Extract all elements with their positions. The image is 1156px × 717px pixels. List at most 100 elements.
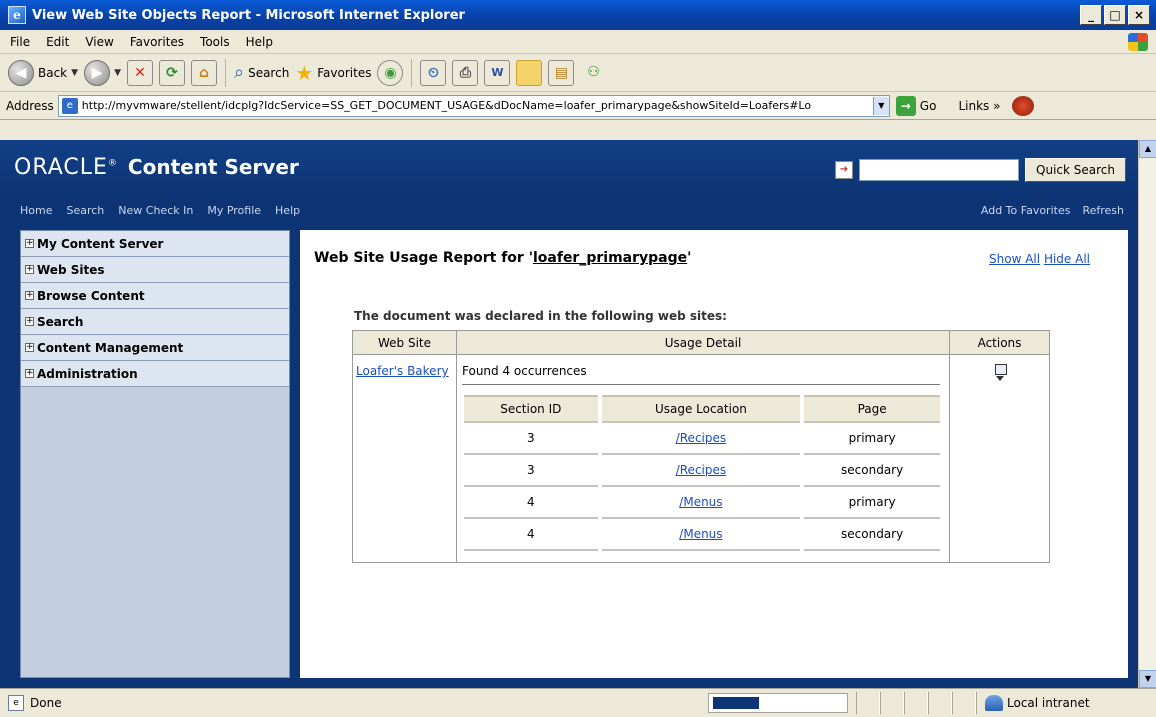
menu-help[interactable]: Help [238, 35, 281, 49]
home-icon[interactable]: ⌂ [190, 59, 217, 86]
refresh-icon[interactable]: ⟳ [158, 59, 185, 86]
divider [462, 384, 940, 385]
table-row: 4 /Menus secondary [464, 519, 940, 551]
sidebar-item-administration[interactable]: + Administration [21, 361, 289, 387]
research-icon[interactable]: ▤ [548, 59, 575, 86]
sidebar-item-search[interactable]: + Search [21, 309, 289, 335]
minimize-button[interactable]: _ [1080, 5, 1102, 25]
window-title-bar: e View Web Site Objects Report - Microso… [0, 0, 1156, 30]
print-icon[interactable]: ⎙ [452, 59, 479, 86]
back-button[interactable]: ◀ Back ▼ [8, 59, 78, 86]
column-header-web-site: Web Site [352, 330, 457, 355]
progress-bar [708, 693, 848, 713]
oracle-header: ORACLE® Content Server ➔ Quick Search [0, 140, 1138, 194]
hide-all-link[interactable]: Hide All [1044, 252, 1090, 266]
title-prefix: Web Site Usage Report for ' [314, 250, 533, 266]
nav-search[interactable]: Search [66, 204, 104, 217]
expand-icon[interactable]: + [25, 265, 34, 274]
product-name: Content Server [127, 155, 299, 179]
sidebar: + My Content Server + Web Sites + Browse… [20, 230, 290, 678]
page-viewport: ORACLE® Content Server ➔ Quick Search Ho… [0, 140, 1138, 688]
vertical-scrollbar[interactable]: ▲ ▼ [1138, 140, 1156, 688]
favorites-button[interactable]: ★ Favorites [295, 61, 371, 85]
scroll-up-icon[interactable]: ▲ [1139, 140, 1156, 158]
download-action-icon[interactable] [993, 364, 1007, 382]
expand-icon[interactable]: + [25, 291, 34, 300]
usage-location-link[interactable]: /Menus [679, 495, 722, 509]
address-url[interactable]: http://myvmware/stellent/idcplg?IdcServi… [82, 99, 873, 112]
address-input[interactable]: e http://myvmware/stellent/idcplg?IdcSer… [57, 94, 890, 117]
progress-fill [713, 697, 759, 709]
back-label: Back [38, 65, 68, 80]
menu-favorites[interactable]: Favorites [122, 35, 192, 49]
usage-location-link[interactable]: /Menus [679, 527, 722, 541]
links-button[interactable]: Links » [958, 99, 1000, 113]
search-button[interactable]: ⌕ Search [234, 62, 289, 83]
windows-logo-icon [1128, 33, 1148, 51]
sidebar-item-content-management[interactable]: + Content Management [21, 335, 289, 361]
quick-search-button[interactable]: Quick Search [1025, 158, 1126, 182]
status-text: Done [30, 696, 62, 710]
toolbar-divider [411, 58, 413, 87]
status-panel [880, 692, 904, 714]
usage-table: Web Site Usage Detail Actions Loafer's B… [352, 330, 1050, 563]
status-panel [928, 692, 952, 714]
sidebar-item-web-sites[interactable]: + Web Sites [21, 257, 289, 283]
expand-icon[interactable]: + [25, 343, 34, 352]
zone-label: Local intranet [1007, 696, 1090, 710]
menu-view[interactable]: View [77, 35, 121, 49]
close-button[interactable]: × [1128, 5, 1150, 25]
column-header-actions: Actions [949, 330, 1050, 355]
scroll-down-icon[interactable]: ▼ [1139, 670, 1156, 688]
nav-home[interactable]: Home [20, 204, 52, 217]
search-options-icon[interactable]: ➔ [835, 161, 854, 179]
address-bar: Address e http://myvmware/stellent/idcpl… [0, 92, 1156, 120]
nav-refresh[interactable]: Refresh [1082, 204, 1124, 217]
column-header-usage-detail: Usage Detail [456, 330, 950, 355]
oracle-nav-bar: Home Search New Check In My Profile Help… [0, 194, 1138, 226]
history-icon[interactable]: ⏲ [420, 59, 447, 86]
usage-location-link[interactable]: /Recipes [676, 431, 726, 445]
usage-location-link[interactable]: /Recipes [676, 463, 726, 477]
security-zone: Local intranet [976, 692, 1156, 714]
star-icon: ★ [295, 60, 314, 85]
column-header-section-id: Section ID [464, 395, 598, 423]
quick-search-input[interactable] [859, 159, 1020, 181]
section-id-cell: 3 [464, 455, 598, 487]
nav-help[interactable]: Help [275, 204, 300, 217]
go-arrow-icon: → [895, 95, 916, 116]
section-id-cell: 4 [464, 487, 598, 519]
usage-location-cell: /Recipes [601, 455, 801, 487]
doc-name-link[interactable]: loafer_primarypage [533, 250, 687, 266]
menu-tools[interactable]: Tools [192, 35, 238, 49]
maximize-button[interactable]: □ [1104, 5, 1126, 25]
sidebar-item-browse-content[interactable]: + Browse Content [21, 283, 289, 309]
show-all-link[interactable]: Show All [989, 252, 1040, 266]
media-icon[interactable]: ◉ [377, 59, 404, 86]
menu-file[interactable]: File [0, 35, 38, 49]
nav-new-check-in[interactable]: New Check In [118, 204, 193, 217]
expand-icon[interactable]: + [25, 239, 34, 248]
expand-icon[interactable]: + [25, 369, 34, 378]
sidebar-item-my-content-server[interactable]: + My Content Server [21, 231, 289, 257]
stop-icon[interactable]: ✕ [126, 59, 153, 86]
folder-icon[interactable] [516, 59, 543, 86]
edit-word-icon[interactable]: W [484, 59, 511, 86]
extension-icon[interactable] [1012, 95, 1035, 116]
messenger-icon[interactable]: ⚇ [580, 60, 606, 86]
go-button[interactable]: → Go [895, 95, 936, 116]
menu-edit[interactable]: Edit [38, 35, 77, 49]
expand-icon[interactable]: + [25, 317, 34, 326]
status-panel [904, 692, 928, 714]
sidebar-item-label: Content Management [37, 340, 184, 355]
sidebar-item-label: Web Sites [37, 262, 105, 277]
web-site-link[interactable]: Loafer's Bakery [354, 356, 455, 386]
nav-my-profile[interactable]: My Profile [207, 204, 261, 217]
nav-add-to-favorites[interactable]: Add To Favorites [981, 204, 1071, 217]
ie-icon: e [8, 6, 26, 24]
status-panel [856, 692, 880, 714]
forward-button[interactable]: ▶ ▼ [84, 59, 121, 86]
address-dropdown-icon[interactable]: ▼ [872, 96, 889, 115]
usage-location-cell: /Menus [601, 487, 801, 519]
back-arrow-icon: ◀ [8, 59, 34, 86]
